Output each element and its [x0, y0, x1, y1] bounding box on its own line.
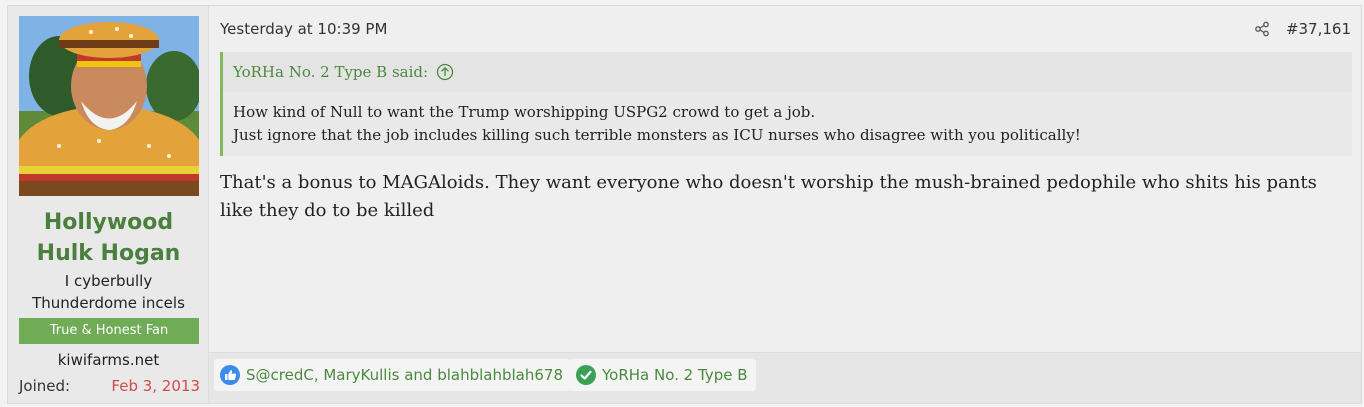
reaction-like[interactable]: S@credC, MaryKullis and blahblahblah678 — [214, 359, 572, 391]
check-icon — [576, 365, 596, 385]
quote-header[interactable]: YoRHa No. 2 Type B said: — [223, 52, 1352, 92]
post-header-actions: #37,161 — [1254, 19, 1351, 39]
thumbs-up-icon — [220, 365, 240, 385]
reaction-users[interactable]: S@credC, MaryKullis and blahblahblah678 — [246, 366, 563, 384]
reactions-bar: S@credC, MaryKullis and blahblahblah678 … — [209, 352, 1361, 403]
post-main: Yesterday at 10:39 PM #37,161 YoRHa No. … — [209, 6, 1361, 403]
avatar-image — [19, 16, 199, 196]
user-title-line: I cyberbully — [64, 272, 153, 290]
forum-post: Hollywood Hulk Hogan I cyberbully Thunde… — [7, 5, 1362, 404]
reaction-agree[interactable]: YoRHa No. 2 Type B — [570, 359, 756, 391]
post-number[interactable]: #37,161 — [1286, 19, 1351, 39]
quote-line: Just ignore that the job includes killin… — [233, 126, 1081, 144]
user-sidebar: Hollywood Hulk Hogan I cyberbully Thunde… — [8, 6, 209, 403]
reaction-users[interactable]: YoRHa No. 2 Type B — [602, 366, 748, 384]
share-icon[interactable] — [1254, 21, 1270, 37]
quote-block: YoRHa No. 2 Type B said: How kind of Nul… — [220, 52, 1352, 156]
user-title: I cyberbully Thunderdome incels — [8, 270, 209, 314]
username[interactable]: Hollywood Hulk Hogan — [8, 207, 209, 269]
post-date[interactable]: Yesterday at 10:39 PM — [220, 19, 387, 39]
user-banner: True & Honest Fan — [19, 318, 199, 344]
user-site: kiwifarms.net — [57, 351, 160, 369]
quote-body: How kind of Null to want the Trump worsh… — [223, 92, 1352, 156]
post-message: That's a bonus to MAGAloids. They want e… — [220, 172, 1317, 221]
quote-line: How kind of Null to want the Trump worsh… — [233, 103, 816, 121]
arrow-up-circle-icon[interactable] — [436, 63, 454, 81]
user-avatar[interactable] — [19, 16, 199, 196]
joined-row: Joined: Feb 3, 2013 — [19, 375, 200, 397]
user-title-line: Thunderdome incels — [32, 294, 185, 312]
joined-label: Joined: — [19, 377, 71, 395]
quote-author[interactable]: YoRHa No. 2 Type B said: — [233, 63, 428, 81]
joined-date: Feb 3, 2013 — [111, 377, 200, 395]
